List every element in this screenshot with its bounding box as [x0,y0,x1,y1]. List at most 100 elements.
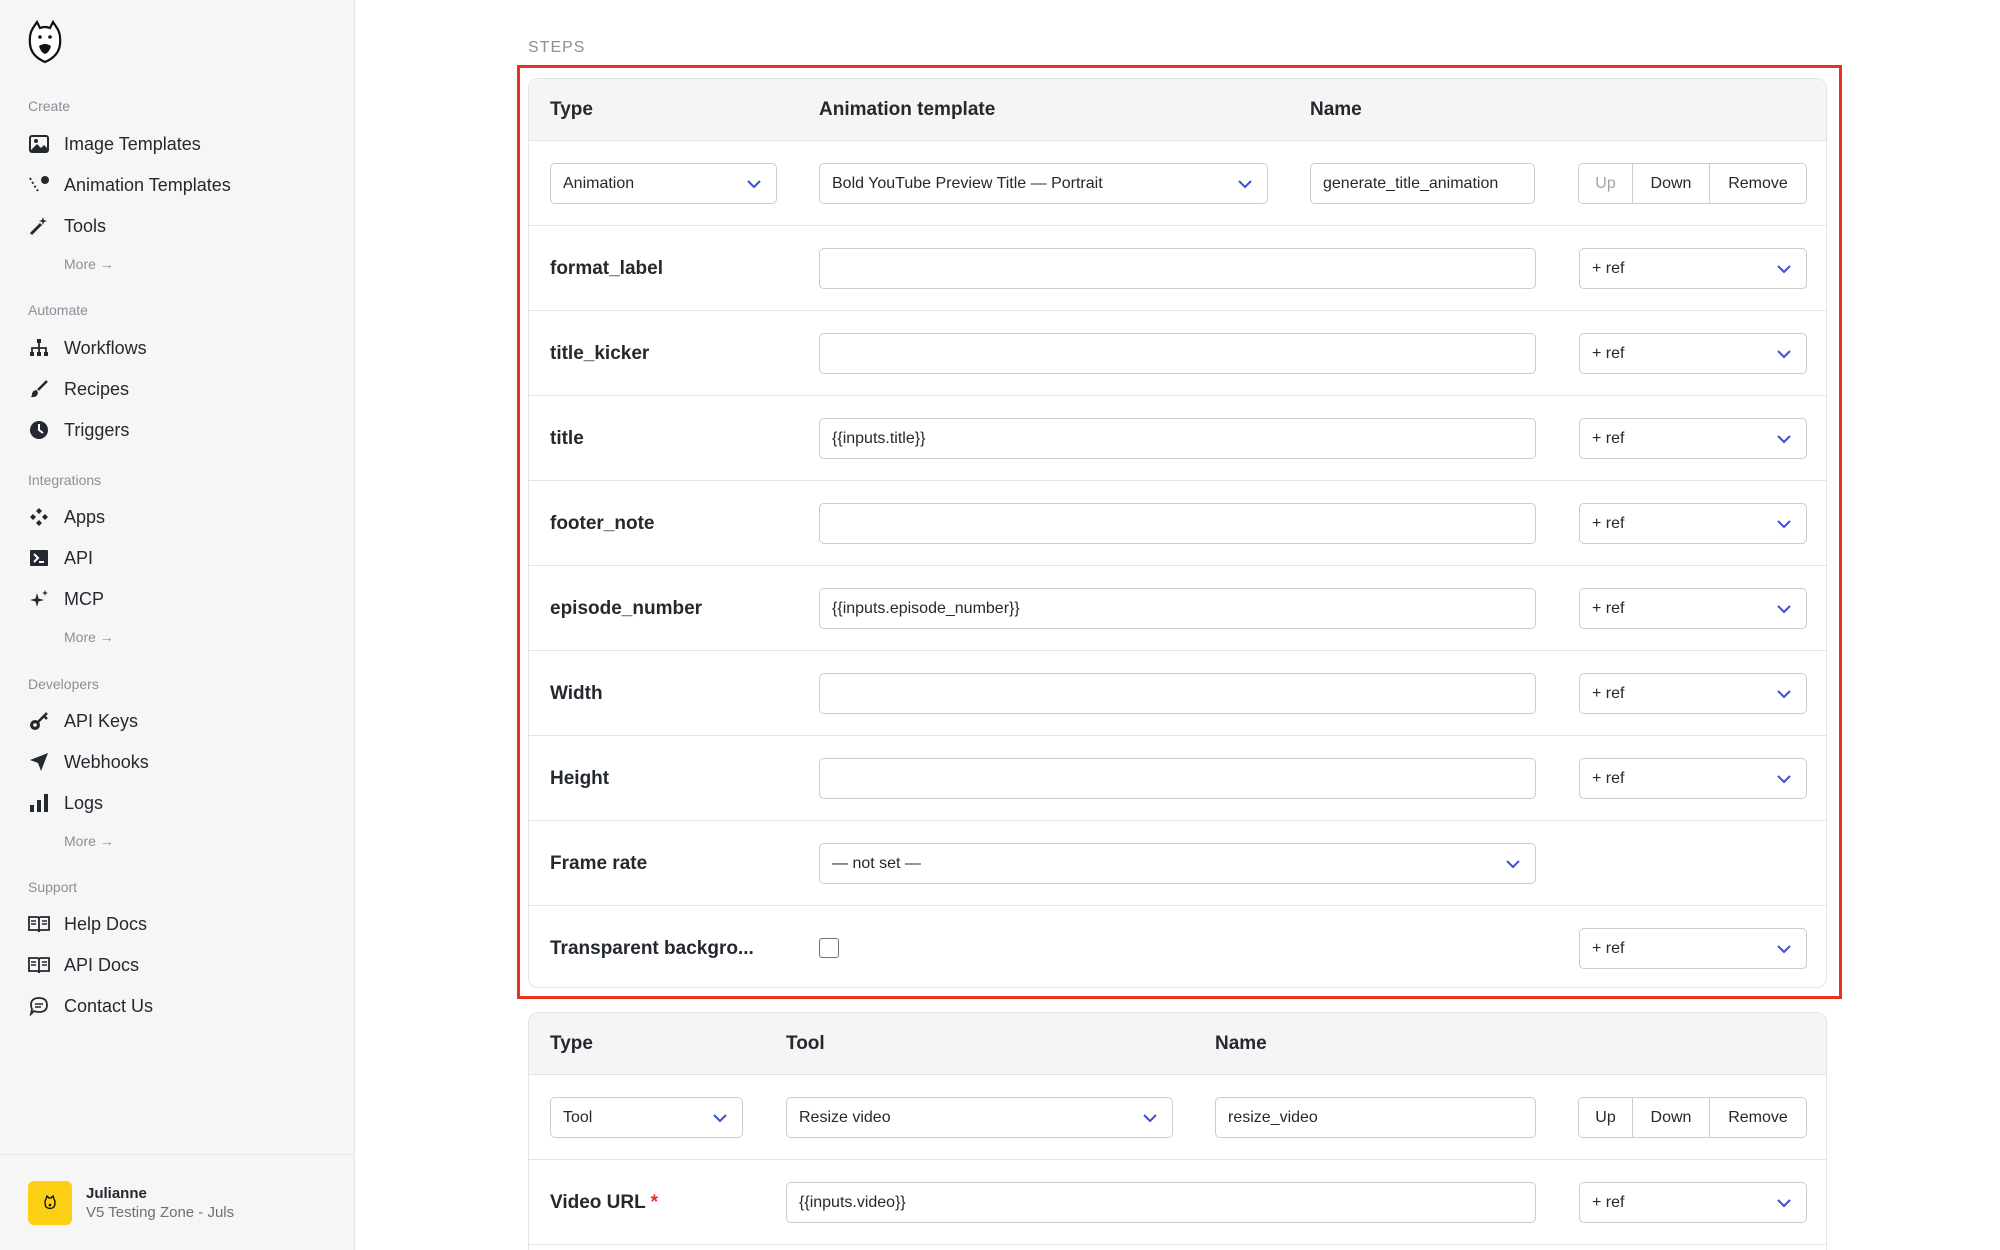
video-url-input[interactable]: {{inputs.video}} [786,1182,1536,1223]
ref-select[interactable]: + ref [1579,758,1807,799]
sidebar-item-label: MCP [64,588,104,609]
section-automate-title: Automate [28,302,88,318]
ref-select[interactable]: + ref [1579,588,1807,629]
send-icon [28,751,50,773]
field-label: title_kicker [550,343,650,364]
step-actions: Up Down Remove [1578,1097,1807,1138]
chevron-down-icon [1143,1114,1157,1123]
ref-label: + ref [1592,514,1625,532]
sidebar-item-api-docs[interactable]: API Docs [28,950,139,980]
step-header: Type Animation template Name [529,79,1826,141]
sidebar-item-help-docs[interactable]: Help Docs [28,909,147,939]
input-value: resize_video [1228,1108,1318,1126]
sidebar-item-api[interactable]: API [28,543,93,573]
title-kicker-input[interactable] [819,333,1536,374]
step-card-tool: Type Tool Name Tool Resize video resize_… [528,1012,1827,1250]
workflow-icon [28,337,50,359]
width-input[interactable] [819,673,1536,714]
select-value: Resize video [799,1108,891,1126]
chevron-down-icon [1777,945,1791,954]
step-type-select[interactable]: Tool [550,1097,743,1138]
chevron-down-icon [1777,350,1791,359]
title-input[interactable]: {{inputs.title}} [819,418,1536,459]
input-value: {{inputs.video}} [799,1193,906,1211]
sidebar-item-label: API Keys [64,710,139,731]
ref-label: + ref [1592,769,1625,787]
ref-select[interactable]: + ref [1579,928,1807,969]
field-label: Frame rate [550,853,648,874]
developers-more-link[interactable]: More → [64,833,114,849]
select-value: Bold YouTube Preview Title — Portrait [832,174,1103,192]
transparent-background-checkbox[interactable] [819,938,839,958]
user-profile[interactable]: Julianne V5 Testing Zone - Juls [0,1154,355,1250]
ref-select[interactable]: + ref [1579,333,1807,374]
section-support-title: Support [28,879,78,895]
sidebar-item-label: Triggers [64,419,130,440]
ref-label: + ref [1592,429,1625,447]
integrations-more-link[interactable]: More → [64,629,114,645]
sidebar-item-logs[interactable]: Logs [28,788,103,818]
section-integrations-title: Integrations [28,472,102,488]
height-input[interactable] [819,758,1536,799]
remove-step-button[interactable]: Remove [1710,1098,1806,1137]
book-icon [28,954,50,976]
step-name-input[interactable]: resize_video [1215,1097,1536,1138]
chevron-down-icon [1777,265,1791,274]
ref-label: + ref [1592,259,1625,277]
ref-select[interactable]: + ref [1579,1182,1807,1223]
select-value: Animation [563,174,635,192]
animation-template-select[interactable]: Bold YouTube Preview Title — Portrait [819,163,1268,204]
sidebar-item-label: Webhooks [64,751,149,772]
frame-rate-select[interactable]: — not set — [819,843,1536,884]
sidebar-item-apps[interactable]: Apps [28,502,105,532]
step-name-input[interactable]: generate_title_animation [1310,163,1535,204]
chevron-down-icon [1777,520,1791,529]
tool-select[interactable]: Resize video [786,1097,1173,1138]
ref-select[interactable]: + ref [1579,673,1807,714]
sidebar-item-workflows[interactable]: Workflows [28,333,147,363]
clock-icon [28,419,50,441]
logo-icon[interactable] [27,19,63,64]
create-more-link[interactable]: More → [64,256,114,272]
select-value: Tool [563,1108,593,1126]
field-label: Width [550,683,603,704]
sidebar-item-webhooks[interactable]: Webhooks [28,747,149,777]
format-label-input[interactable] [819,248,1536,289]
ref-select[interactable]: + ref [1579,418,1807,459]
sidebar-item-animation-templates[interactable]: Animation Templates [28,170,231,200]
required-marker: * [650,1192,659,1213]
sidebar-item-contact-us[interactable]: Contact Us [28,991,153,1021]
sidebar-item-image-templates[interactable]: Image Templates [28,129,201,159]
ref-select[interactable]: + ref [1579,503,1807,544]
sidebar-item-label: Apps [64,506,106,527]
step-type-select[interactable]: Animation [550,163,777,204]
move-up-button[interactable]: Up [1579,1098,1633,1137]
animation-icon [28,174,50,196]
chevron-down-icon [1506,860,1520,869]
field-label: title [550,428,584,449]
sidebar-item-tools[interactable]: Tools [28,211,106,241]
remove-step-button[interactable]: Remove [1710,164,1806,203]
apps-icon [28,506,50,528]
move-down-button[interactable]: Down [1633,1098,1710,1137]
chat-icon [28,995,50,1017]
field-label: Transparent backgro... [550,938,754,959]
sidebar-item-api-keys[interactable]: API Keys [28,706,138,736]
sidebar-item-triggers[interactable]: Triggers [28,415,129,445]
sidebar-item-recipes[interactable]: Recipes [28,374,129,404]
footer-note-input[interactable] [819,503,1536,544]
sidebar-item-mcp[interactable]: MCP [28,584,104,614]
sidebar-item-label: Logs [64,792,104,813]
move-down-button[interactable]: Down [1633,164,1710,203]
column-header-tool: Tool [786,1033,825,1054]
chevron-down-icon [1777,435,1791,444]
move-up-button[interactable]: Up [1579,164,1633,203]
sidebar-item-label: Workflows [64,337,147,358]
field-label: footer_note [550,513,655,534]
episode-number-input[interactable]: {{inputs.episode_number}} [819,588,1536,629]
book-icon [28,913,50,935]
ref-select[interactable]: + ref [1579,248,1807,289]
sidebar-item-label: API [64,547,94,568]
ref-label: + ref [1592,684,1625,702]
step-header: Type Tool Name [529,1013,1826,1075]
